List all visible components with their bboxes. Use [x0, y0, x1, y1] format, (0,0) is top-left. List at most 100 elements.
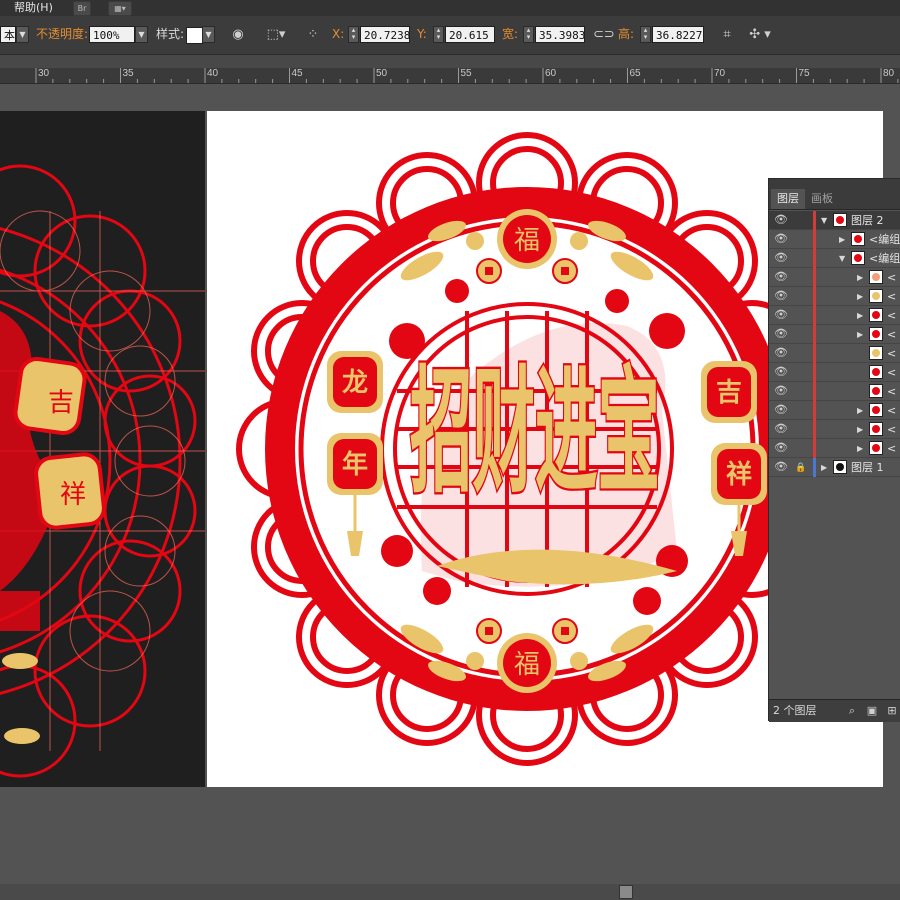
layer-color-bar	[813, 420, 816, 439]
expand-right-icon[interactable]: ▶	[857, 287, 863, 306]
x-field[interactable]: 20.7238	[360, 26, 410, 43]
recolor-icon[interactable]: ◉	[230, 26, 246, 43]
visibility-eye-icon[interactable]: 👁	[774, 385, 788, 397]
height-field[interactable]: 36.8227	[652, 26, 704, 43]
lock-toggle[interactable]	[795, 269, 807, 285]
graphic-style-swatch[interactable]	[186, 27, 203, 44]
left-artboard-preview[interactable]: 吉 祥	[0, 111, 205, 787]
lock-toggle[interactable]	[795, 364, 807, 380]
style-preset-dropdown[interactable]: ▼	[16, 26, 29, 43]
layer-row[interactable]: 👁 ▶ <	[769, 287, 900, 306]
layer-thumbnail	[851, 232, 865, 246]
layer-row[interactable]: 👁 ▶ <	[769, 268, 900, 287]
visibility-eye-icon[interactable]: 👁	[774, 442, 788, 454]
visibility-eye-icon[interactable]: 👁	[774, 366, 788, 378]
expand-down-icon[interactable]: ▼	[821, 211, 827, 230]
opacity-dropdown[interactable]: ▼	[135, 26, 148, 43]
width-label[interactable]: 宽:	[502, 26, 518, 43]
width-field[interactable]: 35.3983	[535, 26, 585, 43]
opacity-label[interactable]: 不透明度:	[36, 26, 88, 43]
lock-toggle[interactable]	[795, 421, 807, 437]
visibility-eye-icon[interactable]: 👁	[774, 347, 788, 359]
layer-row[interactable]: 👁 <	[769, 363, 900, 382]
expand-right-icon[interactable]: ▶	[821, 458, 827, 477]
visibility-eye-icon[interactable]: 👁	[774, 214, 788, 226]
height-label[interactable]: 高:	[618, 26, 634, 43]
new-sublayer-icon[interactable]: ⊞	[885, 702, 899, 719]
left-tag-text-2: 祥	[60, 480, 86, 510]
lock-toggle[interactable]	[795, 231, 807, 247]
lock-toggle[interactable]	[795, 307, 807, 323]
locate-object-icon[interactable]: ⌕	[845, 702, 859, 719]
expand-right-icon[interactable]: ▶	[857, 439, 863, 458]
menu-bar: 帮助(H) Br ▦▾	[0, 0, 900, 16]
arrange-documents-button[interactable]: ▦▾	[108, 1, 132, 16]
layer-thumbnail	[869, 441, 883, 455]
y-field[interactable]: 20.615 c	[445, 26, 495, 43]
layer-row[interactable]: 👁 ▶ <	[769, 439, 900, 458]
layer-color-bar	[813, 439, 816, 458]
opacity-field[interactable]: 100%	[89, 26, 135, 43]
visibility-eye-icon[interactable]: 👁	[774, 328, 788, 340]
visibility-eye-icon[interactable]: 👁	[774, 309, 788, 321]
transform-icon[interactable]: ⌗	[718, 26, 736, 43]
reference-point-icon[interactable]: ⁘	[303, 26, 323, 43]
panel-menu-icon[interactable]: ✣ ▾	[746, 26, 774, 43]
lock-toggle[interactable]	[795, 345, 807, 361]
layer-row[interactable]: 👁 ▶ <	[769, 325, 900, 344]
lock-toggle[interactable]: 🔒	[795, 459, 807, 475]
lock-toggle[interactable]	[795, 288, 807, 304]
horizontal-scrollbar[interactable]	[0, 884, 900, 900]
layer-row[interactable]: 👁 <	[769, 382, 900, 401]
visibility-eye-icon[interactable]: 👁	[774, 233, 788, 245]
layer-row[interactable]: 👁 ▶ <	[769, 306, 900, 325]
visibility-eye-icon[interactable]: 👁	[774, 290, 788, 302]
layer-row[interactable]: 👁 <	[769, 344, 900, 363]
layer-row[interactable]: 👁 ▼ 图层 2	[769, 211, 900, 230]
expand-right-icon[interactable]: ▶	[857, 325, 863, 344]
layer-thumbnail	[869, 270, 883, 284]
expand-right-icon[interactable]: ▶	[857, 306, 863, 325]
clipping-mask-icon[interactable]: ▣	[865, 702, 879, 719]
lock-toggle[interactable]	[795, 250, 807, 266]
menu-help[interactable]: 帮助(H)	[14, 0, 53, 16]
graphic-style-dropdown[interactable]: ▼	[202, 26, 215, 43]
x-label[interactable]: X:	[332, 26, 344, 43]
expand-right-icon[interactable]: ▶	[857, 420, 863, 439]
bridge-button[interactable]: Br	[73, 1, 91, 16]
expand-right-icon[interactable]: ▶	[857, 268, 863, 287]
scrollbar-thumb[interactable]	[619, 885, 633, 899]
visibility-eye-icon[interactable]: 👁	[774, 461, 788, 473]
width-stepper[interactable]: ▴ ▾	[523, 26, 534, 43]
height-stepper[interactable]: ▴ ▾	[640, 26, 651, 43]
layer-row[interactable]: 👁 ▶ <	[769, 401, 900, 420]
lock-toggle[interactable]	[795, 326, 807, 342]
lock-toggle[interactable]	[795, 402, 807, 418]
expand-right-icon[interactable]: ▶	[857, 401, 863, 420]
y-label[interactable]: Y:	[417, 26, 427, 43]
lock-toggle[interactable]	[795, 440, 807, 456]
lock-toggle[interactable]	[795, 212, 807, 228]
tab-layers[interactable]: 图层	[771, 189, 805, 209]
x-stepper[interactable]: ▴ ▾	[348, 26, 359, 43]
style-preset-field[interactable]: 本	[0, 26, 16, 43]
expand-right-icon[interactable]: ▶	[839, 230, 845, 249]
layer-row[interactable]: 👁 🔒 ▶ 图层 1	[769, 458, 900, 477]
layer-name: <	[887, 271, 897, 284]
align-options-icon[interactable]: ⬚▾	[264, 26, 288, 43]
graphic-style-label: 样式:	[156, 27, 185, 41]
y-stepper[interactable]: ▴ ▾	[433, 26, 444, 43]
tab-artboards[interactable]: 画板	[805, 189, 839, 209]
left-tag-text-1: 吉	[48, 388, 74, 418]
layer-row[interactable]: 👁 ▼ <编组	[769, 249, 900, 268]
lock-toggle[interactable]	[795, 383, 807, 399]
layer-row[interactable]: 👁 ▶ <	[769, 420, 900, 439]
constrain-proportions-icon[interactable]: ⊂⊃	[593, 26, 615, 43]
visibility-eye-icon[interactable]: 👁	[774, 252, 788, 264]
layer-row[interactable]: 👁 ▶ <编组	[769, 230, 900, 249]
horizontal-ruler[interactable]: 30 35 40 45 50 55 60 65 70 75 80	[0, 68, 900, 84]
visibility-eye-icon[interactable]: 👁	[774, 271, 788, 283]
expand-down-icon[interactable]: ▼	[839, 249, 845, 268]
visibility-eye-icon[interactable]: 👁	[774, 404, 788, 416]
visibility-eye-icon[interactable]: 👁	[774, 423, 788, 435]
